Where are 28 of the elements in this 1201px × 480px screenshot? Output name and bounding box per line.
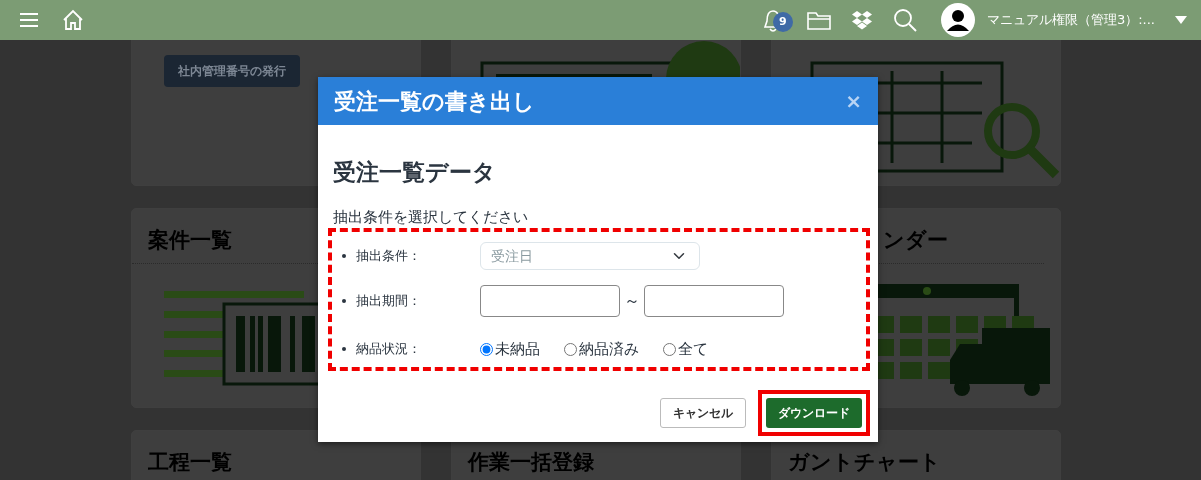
bullet-icon — [342, 254, 346, 258]
document-icon — [479, 40, 740, 78]
radio-label[interactable]: 未納品 — [495, 337, 540, 361]
folder-icon[interactable] — [806, 10, 831, 30]
download-button[interactable]: ダウンロード — [766, 398, 862, 428]
search-icon[interactable] — [892, 8, 917, 32]
radio-label[interactable]: 納品済み — [579, 337, 639, 361]
date-to-field[interactable] — [644, 285, 784, 317]
modal-title: 受注一覧の書き出し — [334, 87, 535, 116]
field-label: 抽出期間： — [356, 292, 422, 311]
radio-button[interactable] — [564, 342, 577, 356]
date-from-field[interactable] — [480, 285, 620, 317]
home-icon[interactable] — [62, 9, 84, 31]
range-separator: ～ — [624, 290, 640, 312]
bullet-icon — [342, 299, 346, 303]
avatar-icon[interactable] — [940, 3, 975, 37]
section-heading: 受注一覧データ — [333, 158, 497, 187]
field-label: 納品状況： — [356, 340, 422, 359]
boxes-icon[interactable] — [850, 10, 873, 30]
radio-button[interactable] — [663, 342, 676, 356]
issue-number-button[interactable]: 社内管理番号の発行 — [163, 55, 300, 87]
menu-icon[interactable] — [20, 12, 38, 28]
radio-button[interactable] — [480, 342, 493, 356]
radio-label[interactable]: 全て — [678, 337, 708, 361]
cancel-button[interactable]: キャンセル — [660, 398, 746, 428]
notification-badge: 9 — [772, 12, 793, 32]
bullet-icon — [342, 347, 346, 351]
caret-icon[interactable] — [1175, 16, 1187, 24]
